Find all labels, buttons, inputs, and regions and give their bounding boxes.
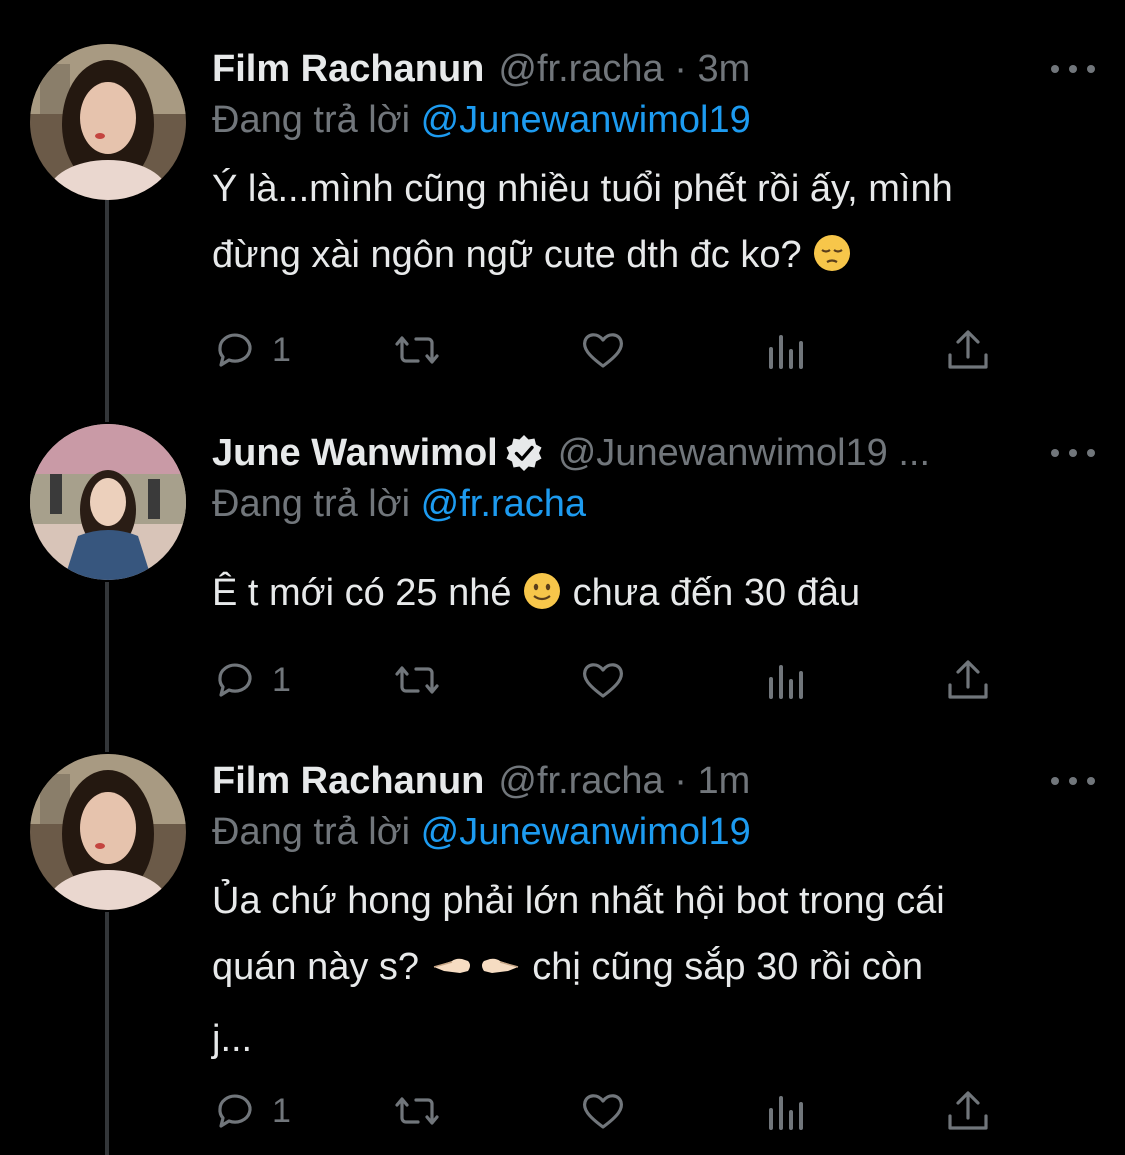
retweet-button[interactable] — [394, 1086, 440, 1136]
reply-mention-link[interactable]: @Junewanwimol19 — [421, 99, 751, 141]
avatar-image — [30, 424, 186, 580]
tweet-text: Ê t mới có 25 nhé chưa đến 30 đâu — [212, 560, 1095, 632]
reply-icon — [218, 663, 252, 697]
avatar-image — [30, 754, 186, 910]
share-icon — [948, 330, 988, 369]
display-name[interactable]: Film Rachanun — [212, 760, 484, 803]
display-name[interactable]: June Wanwimol — [212, 432, 498, 475]
heart-icon — [582, 333, 624, 368]
pointing-fingers-icon — [430, 940, 522, 1006]
reply-mention-link[interactable]: @fr.racha — [421, 483, 586, 525]
analytics-icon — [769, 335, 803, 369]
replying-to-label: Đang trả lời — [212, 483, 421, 525]
tweet-text: Ý là...mình cũng nhiều tuổi phết rồi ấy,… — [212, 156, 1095, 294]
share-button[interactable] — [945, 325, 991, 375]
reply-button[interactable]: 1 — [212, 325, 291, 375]
more-options-icon[interactable] — [1051, 766, 1095, 796]
thread-connector-line — [105, 582, 109, 752]
tweet-text-line-with-emoji: quán này s? chị cũng sắp 30 rồi còn — [212, 934, 1095, 1006]
view-count-button[interactable] — [764, 1086, 810, 1136]
reply-count: 1 — [272, 1091, 291, 1130]
retweet-button[interactable] — [394, 325, 440, 375]
display-name[interactable]: Film Rachanun — [212, 48, 484, 91]
tweet-text: Ủa chứ hong phải lớn nhất hội bot trong … — [212, 868, 1095, 1072]
reply-count: 1 — [272, 330, 291, 369]
tweet-text-line: Ý là...mình cũng nhiều tuổi phết rồi ấy,… — [212, 168, 953, 210]
retweet-button[interactable] — [394, 655, 440, 705]
retweet-icon — [395, 336, 439, 364]
thread-connector-line — [105, 200, 109, 422]
share-button[interactable] — [945, 1086, 991, 1136]
replying-to-label: Đang trả lời — [212, 99, 421, 141]
avatar[interactable] — [30, 44, 186, 200]
reply-icon — [218, 1094, 252, 1128]
view-count-button[interactable] — [764, 325, 810, 375]
handle-and-time[interactable]: @Junewanwimol19 ... — [558, 432, 930, 475]
more-options-icon[interactable] — [1051, 54, 1095, 84]
avatar[interactable] — [30, 754, 186, 910]
replying-to: Đang trả lời @fr.racha — [212, 478, 1095, 530]
pensive-face-icon — [812, 228, 852, 294]
replying-to-label: Đang trả lời — [212, 811, 421, 853]
view-count-button[interactable] — [764, 655, 810, 705]
heart-icon — [582, 663, 624, 698]
like-button[interactable] — [580, 325, 626, 375]
analytics-icon — [769, 1096, 803, 1130]
tweet-actions: 1 — [212, 325, 1012, 375]
replying-to: Đang trả lời @Junewanwimol19 — [212, 94, 1095, 146]
share-icon — [948, 660, 988, 699]
heart-icon — [582, 1094, 624, 1129]
analytics-icon — [769, 665, 803, 699]
like-button[interactable] — [580, 1086, 626, 1136]
tweet-text-line: j... — [212, 1018, 253, 1060]
replying-to: Đang trả lời @Junewanwimol19 — [212, 806, 1095, 858]
tweet-actions: 1 — [212, 655, 1012, 705]
avatar[interactable] — [30, 424, 186, 580]
tweet-text-line-with-emoji: đừng xài ngôn ngữ cute dth đc ko? — [212, 222, 1095, 294]
reply-button[interactable]: 1 — [212, 1086, 291, 1136]
retweet-icon — [395, 666, 439, 694]
share-button[interactable] — [945, 655, 991, 705]
thread-connector-line — [105, 912, 109, 1155]
reply-mention-link[interactable]: @Junewanwimol19 — [421, 811, 751, 853]
verified-badge-icon — [504, 433, 544, 473]
reply-icon — [218, 333, 252, 367]
share-icon — [948, 1091, 988, 1130]
slightly-smiling-face-icon — [522, 566, 562, 632]
reply-count: 1 — [272, 660, 291, 699]
avatar-image — [30, 44, 186, 200]
retweet-icon — [395, 1097, 439, 1125]
handle-and-time[interactable]: @fr.racha · 3m — [498, 48, 750, 91]
like-button[interactable] — [580, 655, 626, 705]
tweet-actions: 1 — [212, 1086, 1012, 1136]
reply-thread: Film Rachanun @fr.racha · 3m Đang trả lờ… — [0, 0, 1125, 1155]
reply-button[interactable]: 1 — [212, 655, 291, 705]
more-options-icon[interactable] — [1051, 438, 1095, 468]
tweet-text-line: Ủa chứ hong phải lớn nhất hội bot trong … — [212, 880, 945, 922]
handle-and-time[interactable]: @fr.racha · 1m — [498, 760, 750, 803]
